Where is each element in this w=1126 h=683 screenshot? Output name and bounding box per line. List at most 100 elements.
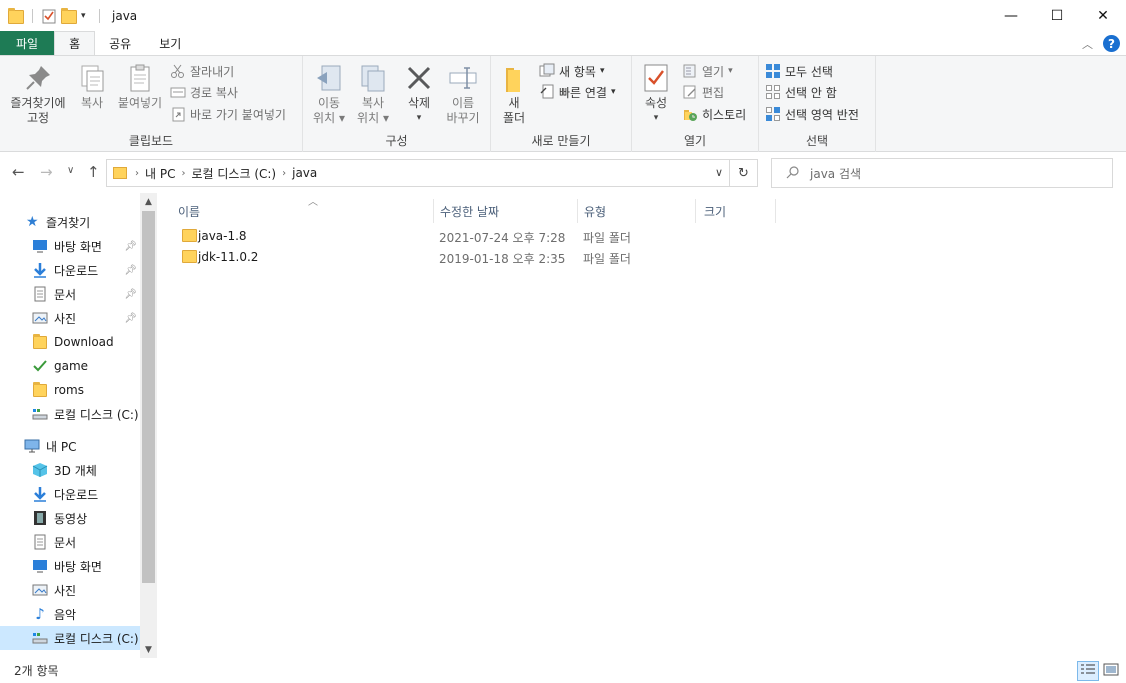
properties-dropdown-icon: ▾ [653,113,659,123]
sidebar-item-downloads[interactable]: 다운로드 📌︎ [0,258,140,282]
tab-home[interactable]: 홈 [54,31,96,55]
column-header-label: 크기 [704,204,727,219]
sidebar-item-label: 로컬 디스크 (C:) [54,631,139,646]
new-folder-icon[interactable] [61,7,77,24]
sidebar-item-game[interactable]: game [0,354,140,378]
sidebar-item-label: 바탕 화면 [54,559,102,574]
sidebar-item-label: 다운로드 [54,263,99,278]
sidebar-item-download-folder[interactable]: Download [0,330,140,354]
chevron-right-icon[interactable]: › [181,168,185,179]
open-label: 열기 [702,64,725,79]
help-icon[interactable]: ? [1103,35,1120,52]
recent-locations-icon[interactable]: ∨ [67,165,74,176]
column-header-size[interactable]: 크기 [696,199,776,223]
nav-pane-scrollbar[interactable]: ▲ ▼ [140,193,157,658]
move-to-button[interactable]: 이동 위치 ▾ [309,62,349,126]
table-row[interactable]: java-1.8 2021-07-24 오후 7:28 파일 폴더 [170,226,770,246]
cut-button[interactable]: 잘라내기 [170,61,234,81]
sidebar-item-label: 다운로드 [54,487,99,502]
chevron-right-icon[interactable]: › [282,168,286,179]
column-header-name[interactable]: ︿ 이름 [170,197,434,223]
properties-check-icon [640,62,672,94]
film-icon [32,510,48,526]
new-folder-button[interactable]: 새 폴더 [497,62,531,126]
tab-view[interactable]: 보기 [145,31,195,55]
sidebar-item-desktop[interactable]: 바탕 화면 📌︎ [0,234,140,258]
folder-icon [32,334,48,350]
scroll-down-icon[interactable]: ▼ [140,641,157,658]
file-name: java-1.8 [198,229,247,243]
easy-access-button[interactable]: 빠른 연결 ▾ [539,82,616,102]
refresh-button[interactable]: ↻ [730,159,758,187]
paste-button[interactable]: 붙여넣기 [114,62,166,111]
close-button[interactable]: ✕ [1080,0,1126,31]
copy-to-icon [357,62,389,94]
drive-icon [32,630,48,646]
address-bar[interactable]: › 내 PC › 로컬 디스크 (C:) › java ∨ [106,159,730,187]
sidebar-item-pc-pictures[interactable]: 사진 [0,578,140,602]
column-header-type[interactable]: 유형 [576,199,696,223]
search-placeholder: java 검색 [810,166,862,181]
sidebar-item-quick-access[interactable]: ★ 즐겨찾기 [0,210,140,234]
sidebar-item-3d-objects[interactable]: 3D 개체 [0,458,140,482]
copy-to-button[interactable]: 복사 위치 ▾ [353,62,393,126]
paste-shortcut-button[interactable]: 바로 가기 붙여넣기 [170,104,286,124]
sidebar-item-pc-downloads[interactable]: 다운로드 [0,482,140,506]
forward-arrow-icon[interactable]: → [40,163,53,181]
edit-button[interactable]: 편집 [682,82,724,102]
sidebar-item-videos[interactable]: 동영상 [0,506,140,530]
history-button[interactable]: 히스토리 [682,104,746,124]
properties-icon[interactable] [41,8,57,24]
scroll-thumb[interactable] [142,211,155,583]
sidebar-item-local-disk[interactable]: 로컬 디스크 (C:) [0,626,140,650]
large-icons-view-button[interactable] [1100,661,1122,681]
new-item-button[interactable]: 새 항목 ▾ [539,61,604,81]
pin-icon[interactable]: 📌︎ [124,241,137,252]
sidebar-item-pc-documents[interactable]: 문서 [0,530,140,554]
tab-share[interactable]: 공유 [95,31,145,55]
sidebar-item-documents[interactable]: 문서 📌︎ [0,282,140,306]
sidebar-item-music[interactable]: ♪ 음악 [0,602,140,626]
rename-button[interactable]: 이름 바꾸기 [441,62,485,126]
tab-file[interactable]: 파일 [0,31,55,55]
back-arrow-icon[interactable]: ← [12,163,25,181]
breadcrumb-this-pc[interactable]: 내 PC [145,165,175,182]
chevron-right-icon[interactable]: › [135,168,139,179]
properties-button[interactable]: 속성 ▾ [638,62,674,126]
pin-icon[interactable]: 📌︎ [124,289,137,300]
new-folder-label-2: 폴더 [502,111,526,125]
invert-selection-button[interactable]: 선택 영역 반전 [765,104,859,124]
breadcrumb-java[interactable]: java [292,166,317,180]
sidebar-item-pictures[interactable]: 사진 📌︎ [0,306,140,330]
breadcrumb-local-disk[interactable]: 로컬 디스크 (C:) [191,165,276,182]
select-none-button[interactable]: 선택 안 함 [765,82,837,102]
customize-toolbar-icon[interactable]: ▾ [81,8,91,24]
delete-button[interactable]: 삭제 ▾ [401,62,437,126]
pin-icon[interactable]: 📌︎ [124,313,137,324]
minimize-button[interactable]: — [988,0,1034,31]
sidebar-item-local-disk-quick[interactable]: 로컬 디스크 (C:) [0,402,140,426]
column-header-modified[interactable]: 수정한 날짜 [432,199,578,223]
sidebar-item-this-pc[interactable]: 내 PC [0,434,140,458]
scroll-up-icon[interactable]: ▲ [140,193,157,210]
up-arrow-icon[interactable]: ↑ [87,163,100,181]
address-dropdown-icon[interactable]: ∨ [715,166,723,179]
sidebar-item-label: 사진 [54,311,77,326]
maximize-button[interactable]: ☐ [1034,0,1080,31]
sidebar-item-pc-desktop[interactable]: 바탕 화면 [0,554,140,578]
select-all-button[interactable]: 모두 선택 [765,61,833,81]
delete-label: 삭제 [407,96,431,110]
file-type: 파일 폴더 [583,252,631,266]
search-box[interactable]: java 검색 [771,158,1113,188]
copy-button[interactable]: 복사 [74,62,110,111]
collapse-ribbon-icon[interactable]: ︿ [1082,36,1093,52]
open-group-label: 열기 [683,134,707,148]
open-button[interactable]: 열기 ▾ [682,61,733,81]
details-view-button[interactable] [1077,661,1099,681]
pin-to-quick-access-button[interactable]: 즐겨찾기에 고정 [6,62,70,126]
sidebar-item-roms[interactable]: roms [0,378,140,402]
history-label: 히스토리 [702,107,747,122]
copy-path-button[interactable]: 경로 복사 [170,82,238,102]
pin-icon[interactable]: 📌︎ [124,265,137,276]
table-row[interactable]: jdk-11.0.2 2019-01-18 오후 2:35 파일 폴더 [170,247,770,267]
